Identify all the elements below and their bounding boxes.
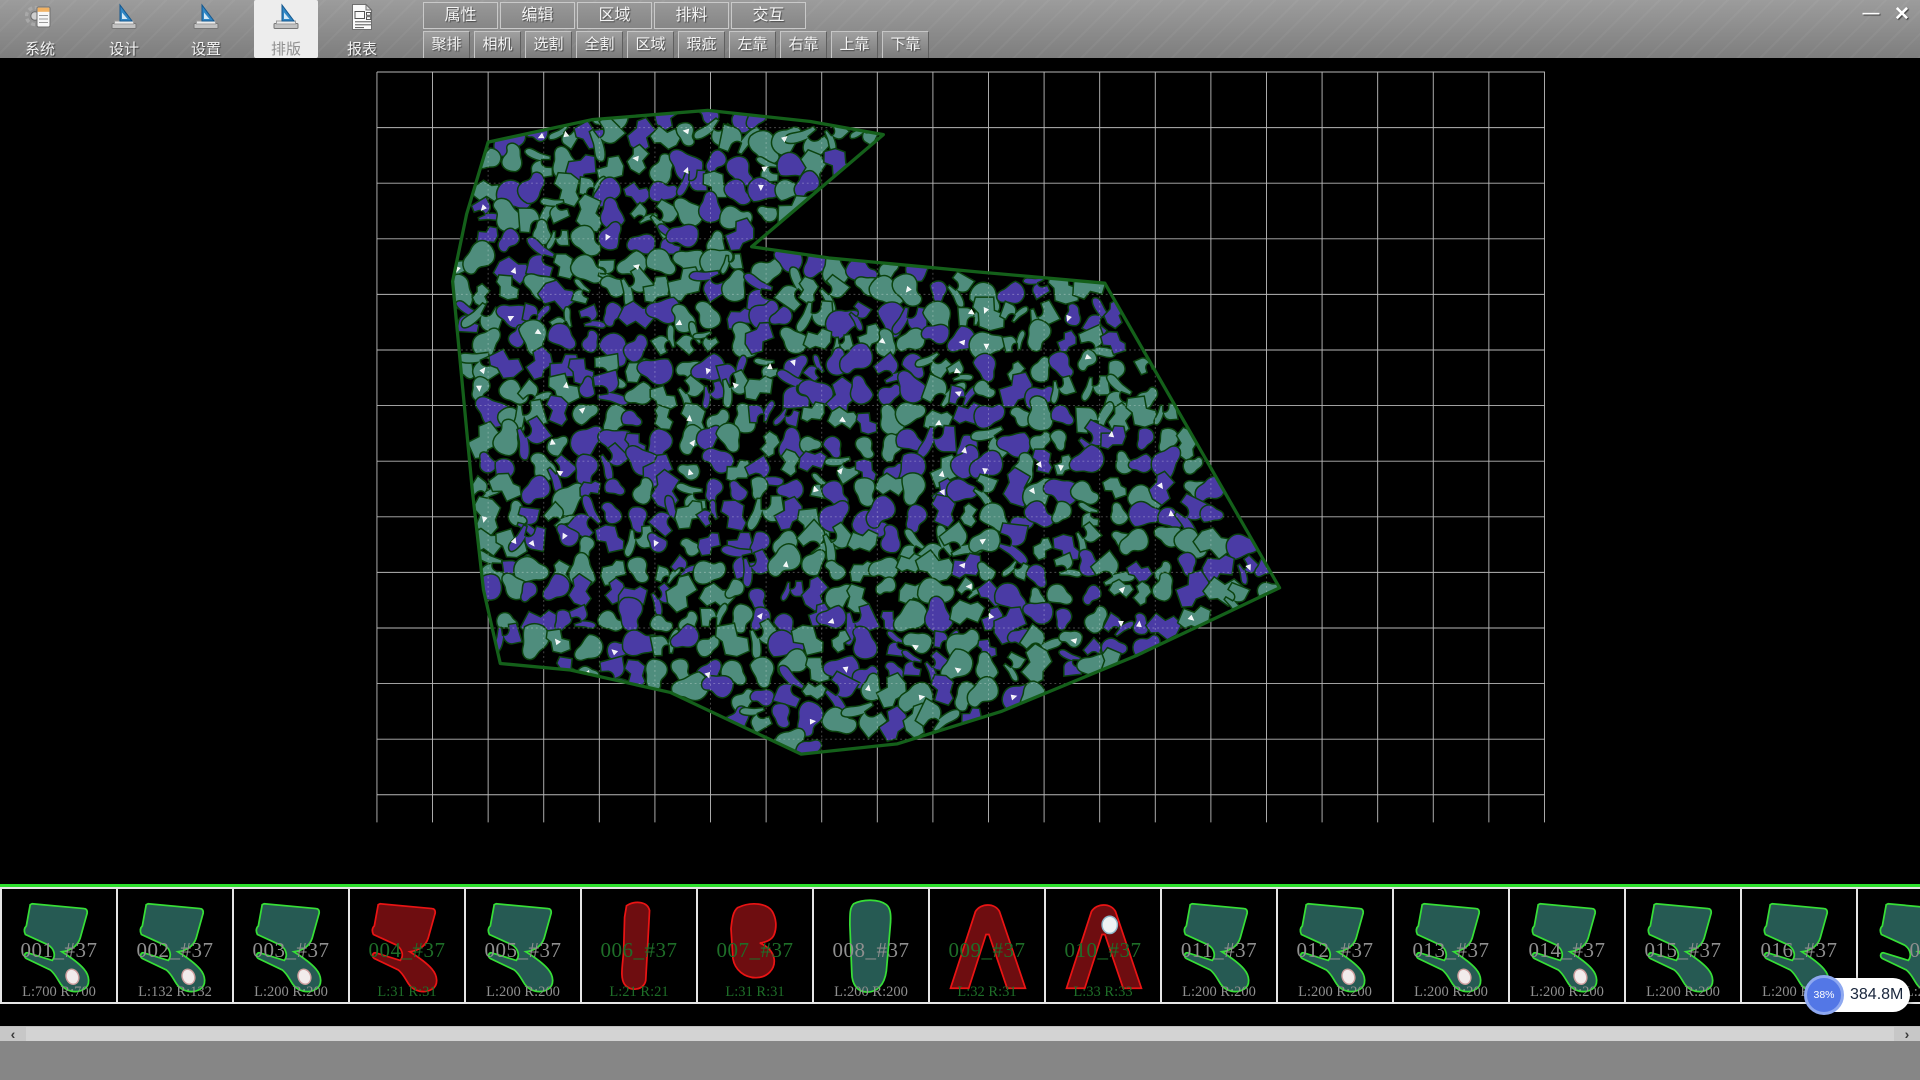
report-doc-icon xyxy=(347,0,377,37)
menu-tab-properties[interactable]: 属性 xyxy=(423,2,498,29)
piece-lr-info: L:200 R:200 xyxy=(466,984,580,1001)
piece-id: 008_#37 xyxy=(814,938,928,963)
horizontal-scrollbar[interactable]: ‹ › xyxy=(0,1026,1920,1042)
piece-id: 015_#37 xyxy=(1626,938,1740,963)
memory-value: 384.8M xyxy=(1850,978,1903,1012)
piece-id: 0 xyxy=(1858,938,1920,963)
piece-thumbnail[interactable]: 010_#37 L:33 R:33 xyxy=(1044,887,1162,1004)
piece-thumbnail[interactable]: 015_#37 L:200 R:200 xyxy=(1624,887,1742,1004)
nesting-canvas[interactable] xyxy=(0,58,1920,884)
piece-thumbnail[interactable]: 008_#37 L:200 R:200 xyxy=(812,887,930,1004)
piece-id: 002_#37 xyxy=(118,938,232,963)
piece-thumbnail[interactable]: 001_#37 L:700 R:700 xyxy=(0,887,118,1004)
piece-lr-info: L:132 R:132 xyxy=(118,984,232,1001)
progress-circle: 38% xyxy=(1804,975,1844,1015)
action-button-snap-left[interactable]: 左靠 xyxy=(729,31,776,59)
app-button-label: 报表 xyxy=(347,38,377,59)
piece-lr-info: L:200 R:200 xyxy=(1278,984,1392,1001)
action-button-snap-top[interactable]: 上靠 xyxy=(831,31,878,59)
piece-id: 011_#37 xyxy=(1162,938,1276,963)
piece-thumbnail[interactable]: 006_#37 L:21 R:21 xyxy=(580,887,698,1004)
thumbnail-cells: 001_#37L:700 R:700002_#37L:132 R:132003_… xyxy=(0,887,1920,1006)
piece-id: 010_#37 xyxy=(1046,938,1160,963)
scroll-right-arrow[interactable]: › xyxy=(1894,1027,1920,1042)
menu-tab-edit[interactable]: 编辑 xyxy=(500,2,575,29)
piece-thumbnail[interactable]: 003_#37 L:200 R:200 xyxy=(232,887,350,1004)
piece-lr-info: L:700 R:700 xyxy=(2,984,116,1001)
piece-thumbnail[interactable]: 002_#37 L:132 R:132 xyxy=(116,887,234,1004)
action-button-cluster-nest[interactable]: 聚排 xyxy=(423,31,470,59)
app-button-settings[interactable]: 设置 xyxy=(174,0,238,58)
settings-ruler-icon xyxy=(191,0,221,37)
close-button[interactable]: ✕ xyxy=(1888,3,1916,23)
app-window: 系统设计设置排版报表 属性编辑区域排料交互 聚排相机选割全割区域瑕疵左靠右靠上靠… xyxy=(0,0,1920,1080)
app-button-system[interactable]: 系统 xyxy=(8,0,72,58)
main-toolbar: 系统设计设置排版报表 属性编辑区域排料交互 聚排相机选割全割区域瑕疵左靠右靠上靠… xyxy=(0,0,1920,59)
piece-thumbnail[interactable]: 011_#37 L:200 R:200 xyxy=(1160,887,1278,1004)
piece-thumbnail[interactable]: 004_#37 L:31 R:31 xyxy=(348,887,466,1004)
piece-thumbnail[interactable]: 012_#37 L:200 R:200 xyxy=(1276,887,1394,1004)
piece-thumbnail[interactable]: 005_#37 L:200 R:200 xyxy=(464,887,582,1004)
memory-status-badge: 38% 384.8M xyxy=(1808,978,1910,1012)
piece-id: 001_#37 xyxy=(2,938,116,963)
action-button-snap-right[interactable]: 右靠 xyxy=(780,31,827,59)
menu-tab-region[interactable]: 区域 xyxy=(577,2,652,29)
app-button-layout[interactable]: 排版 xyxy=(254,0,318,58)
piece-id: 005_#37 xyxy=(466,938,580,963)
piece-lr-info: L:33 R:33 xyxy=(1046,984,1160,1001)
piece-lr-info: L:200 R:200 xyxy=(1626,984,1740,1001)
piece-id: 007_#37 xyxy=(698,938,812,963)
piece-lr-info: L:200 R:200 xyxy=(234,984,348,1001)
scroll-left-arrow[interactable]: ‹ xyxy=(0,1027,26,1042)
piece-id: 004_#37 xyxy=(350,938,464,963)
app-button-design[interactable]: 设计 xyxy=(92,0,156,58)
menu-tab-interact[interactable]: 交互 xyxy=(731,2,806,29)
piece-thumbnail[interactable]: 013_#37 L:200 R:200 xyxy=(1392,887,1510,1004)
layout-ruler-icon xyxy=(271,0,301,37)
piece-lr-info: L:200 R:200 xyxy=(814,984,928,1001)
piece-lr-info: L:21 R:21 xyxy=(582,984,696,1001)
piece-id: 014_#37 xyxy=(1510,938,1624,963)
piece-lr-info: L:200 R:200 xyxy=(1162,984,1276,1001)
piece-id: 003_#37 xyxy=(234,938,348,963)
piece-id: 009_#37 xyxy=(930,938,1044,963)
action-button-camera[interactable]: 相机 xyxy=(474,31,521,59)
app-button-label: 排版 xyxy=(271,38,301,59)
piece-lr-info: L:31 R:31 xyxy=(350,984,464,1001)
piece-thumbnail-strip: 001_#37L:700 R:700002_#37L:132 R:132003_… xyxy=(0,884,1920,1006)
piece-lr-info: L:32 R:31 xyxy=(930,984,1044,1001)
strip-bottom-gap xyxy=(0,1006,1920,1026)
menu-tab-nesting[interactable]: 排料 xyxy=(654,2,729,29)
piece-lr-info: L:200 R:200 xyxy=(1510,984,1624,1001)
piece-thumbnail[interactable]: 014_#37 L:200 R:200 xyxy=(1508,887,1626,1004)
action-button-select-cut[interactable]: 选割 xyxy=(525,31,572,59)
piece-id: 016_#37 xyxy=(1742,938,1856,963)
piece-id: 012_#37 xyxy=(1278,938,1392,963)
window-footer xyxy=(0,1041,1920,1080)
design-ruler-icon xyxy=(109,0,139,37)
piece-thumbnail[interactable]: 009_#37 L:32 R:31 xyxy=(928,887,1046,1004)
action-button-defect[interactable]: 瑕疵 xyxy=(678,31,725,59)
app-button-report[interactable]: 报表 xyxy=(330,0,394,58)
action-button-region[interactable]: 区域 xyxy=(627,31,674,59)
action-button-snap-bottom[interactable]: 下靠 xyxy=(882,31,929,59)
piece-thumbnail[interactable]: 007_#37 L:31 R:31 xyxy=(696,887,814,1004)
piece-id: 013_#37 xyxy=(1394,938,1508,963)
piece-lr-info: L:200 R:200 xyxy=(1394,984,1508,1001)
piece-id: 006_#37 xyxy=(582,938,696,963)
app-button-label: 设置 xyxy=(191,38,221,59)
app-button-label: 设计 xyxy=(109,38,139,59)
piece-lr-info: L:31 R:31 xyxy=(698,984,812,1001)
system-gear-icon xyxy=(25,0,55,37)
minimize-button[interactable]: — xyxy=(1856,3,1886,23)
action-button-cut-all[interactable]: 全割 xyxy=(576,31,623,59)
app-button-label: 系统 xyxy=(25,38,55,59)
